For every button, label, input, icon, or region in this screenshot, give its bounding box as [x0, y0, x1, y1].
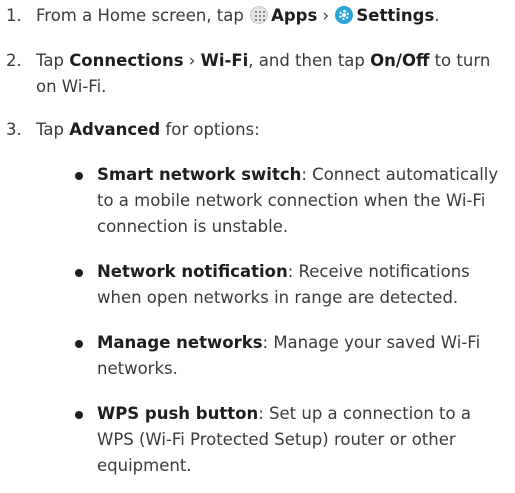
step-text: Tap Connections › Wi-Fi, and then tap On… [36, 51, 491, 96]
bullet-icon [75, 269, 83, 277]
option-term: Manage networks [97, 333, 263, 352]
wifi-label: Wi-Fi [200, 51, 249, 70]
instructions-document: 1. From a Home screen, tap Apps › Settin… [0, 0, 515, 493]
connections-label: Connections [69, 51, 184, 70]
apps-grid-icon [250, 6, 269, 24]
apps-label: Apps [271, 6, 318, 25]
step-text: From a Home screen, tap Apps › Settings. [36, 6, 440, 25]
advanced-label: Advanced [69, 120, 161, 139]
bullet-icon [75, 340, 83, 348]
onoff-label: On/Off [370, 51, 430, 70]
step-number: 1. [6, 6, 22, 25]
option-term: Smart network switch [97, 165, 302, 184]
step-number: 2. [6, 51, 22, 70]
bullet-icon [75, 172, 83, 180]
option-term: Network notification [97, 262, 288, 281]
step-text: Tap Advanced for options: [36, 120, 260, 139]
step-number: 3. [6, 120, 22, 139]
settings-label: Settings [356, 6, 435, 25]
settings-gear-icon [335, 6, 354, 24]
bullet-icon [75, 411, 83, 419]
option-term: WPS push button [97, 404, 259, 423]
